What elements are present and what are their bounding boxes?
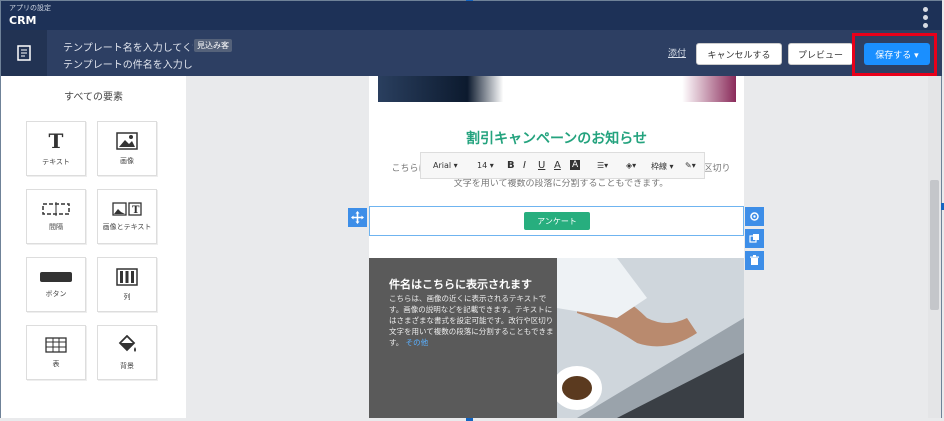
survey-button[interactable]: アンケート [524,212,590,230]
email-page: 割引キャンペーンのお知らせ こちらはテキスト欄です。テキストを追加して、書式を設… [369,76,744,418]
palette-item-label: 画像とテキスト [102,222,152,231]
spacer-icon [42,201,70,216]
italic-button[interactable]: I [523,160,526,171]
feature-text-panel: 件名はこちらに表示されます こちらは、画像の近くに表示されるテキストです。画像の… [369,258,557,418]
underline-button[interactable]: U [538,160,545,171]
palette-item-text[interactable]: T テキスト [26,121,86,176]
save-highlight-box [852,33,937,76]
paint-select[interactable]: ◈▾ [626,161,636,170]
preview-button[interactable]: プレビュー [788,43,853,65]
hero-image[interactable] [378,76,736,102]
palette-item-background[interactable]: 背景 [97,325,157,380]
canvas-scrollbar[interactable] [928,76,941,418]
font-family-select[interactable]: Arial ▾ [433,161,458,170]
delete-block-icon[interactable] [745,251,764,270]
palette-item-label: 背景 [120,361,134,370]
palette-title: すべての要素 [64,92,123,103]
bucket-icon [118,334,136,352]
text-format-toolbar: Arial ▾ 14 ▾ B I U A A ☰▾ ◈▾ 枠線 ▾ ✎▾ [420,152,705,179]
bold-button[interactable]: B [507,160,515,171]
duplicate-block-icon[interactable] [745,229,764,248]
feature-title[interactable]: 件名はこちらに表示されます [389,276,532,292]
editor-canvas: 割引キャンペーンのお知らせ こちらはテキスト欄です。テキストを追加して、書式を設… [186,76,941,418]
border-select[interactable]: 枠線 ▾ [651,161,674,172]
palette-item-columns[interactable]: 列 [97,257,157,312]
palette-item-spacer[interactable]: 間隔 [26,189,86,244]
audience-badge: 見込み客 [194,39,232,52]
template-name-input[interactable]: テンプレート名を入力してくだ [63,39,193,54]
palette-item-image-text[interactable]: T 画像とテキスト [97,189,157,244]
align-select[interactable]: ☰▾ [597,161,608,170]
palette-item-label: テキスト [42,157,70,166]
button-icon [40,271,72,282]
palette-item-label: 表 [52,359,60,368]
template-subject-input[interactable]: テンプレートの件名を入力して [63,56,193,71]
palette-item-image[interactable]: 画像 [97,121,157,176]
palette-item-label: 列 [123,292,131,301]
palette-item-label: 間隔 [49,222,63,231]
table-icon [45,336,67,353]
image-text-icon: T [112,201,142,216]
element-palette: すべての要素 T テキスト 画像 間隔 T 画像とテキスト ボタン 列 表 背景 [1,76,186,418]
palette-item-button[interactable]: ボタン [26,257,86,312]
laptop-photo [557,258,744,418]
brush-select[interactable]: ✎▾ [685,161,696,170]
palette-item-label: 画像 [120,156,134,165]
scrollbar-thumb[interactable] [930,180,939,310]
feature-text[interactable]: こちらは、画像の近くに表示されるテキストです。画像の説明などを記載できます。テキ… [389,293,555,348]
palette-item-label: ボタン [45,289,67,298]
feature-image[interactable] [557,258,744,418]
email-headline[interactable]: 割引キャンペーンのお知らせ [369,128,744,148]
cancel-button[interactable]: キャンセルする [696,43,782,65]
palette-item-table[interactable]: 表 [26,325,86,380]
block-settings-gear-icon[interactable] [745,207,764,226]
app-name: CRM [9,14,37,27]
more-link[interactable]: その他 [406,338,429,347]
app-subtitle: アプリの設定 [9,4,51,12]
template-header: テンプレート名を入力してくだ 見込み客 テンプレートの件名を入力して 添付 キャ… [1,30,942,76]
font-size-select[interactable]: 14 ▾ [477,161,494,170]
more-menu-icon[interactable] [923,7,928,31]
text-icon: T [48,128,64,153]
svg-text:T: T [132,205,140,216]
selected-button-block[interactable]: アンケート [369,206,744,236]
highlight-color-button[interactable]: A [570,160,581,170]
template-icon [1,30,47,76]
columns-icon [116,267,138,286]
image-text-block[interactable]: 件名はこちらに表示されます こちらは、画像の近くに表示されるテキストです。画像の… [369,258,744,418]
attach-link[interactable]: 添付 [668,46,686,59]
font-color-button[interactable]: A [554,160,561,171]
app-header: アプリの設定 CRM [1,1,942,30]
move-handle-icon[interactable] [348,208,367,227]
image-icon [116,131,138,150]
